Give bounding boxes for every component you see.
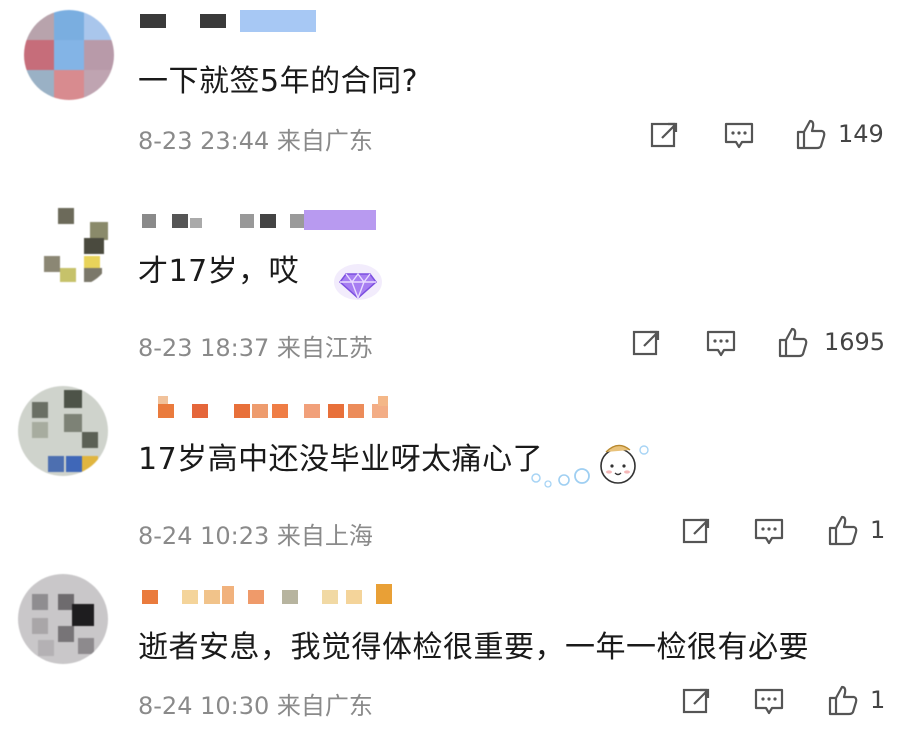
like-icon[interactable] — [776, 326, 810, 360]
share-icon[interactable] — [680, 514, 714, 548]
like-icon[interactable] — [794, 118, 828, 152]
comment-location: 来自江苏 — [276, 334, 373, 362]
share-icon[interactable] — [648, 118, 682, 152]
avatar[interactable] — [18, 574, 108, 664]
comment-actions: 149 — [648, 118, 908, 154]
like-icon[interactable] — [826, 514, 860, 548]
comment-text: 逝者安息，我觉得体检很重要，一年一检很有必要 — [138, 630, 809, 665]
avatar[interactable] — [24, 198, 114, 288]
like-count: 1695 — [824, 328, 886, 356]
username-blurred[interactable] — [142, 580, 406, 604]
comment-icon[interactable] — [722, 118, 756, 152]
comment-actions: 1695 — [630, 326, 900, 362]
comment-meta: 8-24 10:23 来自上海 — [138, 516, 373, 551]
share-icon[interactable] — [630, 326, 664, 360]
comment-icon[interactable] — [752, 684, 786, 718]
comment-meta: 8-24 10:30 来自广东 — [138, 686, 373, 721]
comment-location: 来自广东 — [276, 127, 373, 155]
comment-location: 来自上海 — [276, 522, 373, 550]
like-count: 1 — [870, 516, 886, 544]
comment-date: 8-23 23:44 — [138, 127, 270, 155]
username-blurred[interactable] — [140, 10, 320, 32]
comment-meta: 8-23 18:37 来自江苏 — [138, 328, 373, 363]
comment-meta: 8-23 23:44 来自广东 — [138, 121, 373, 156]
username-blurred[interactable] — [142, 210, 378, 232]
avatar[interactable] — [24, 10, 114, 100]
comment-actions: 1 — [680, 684, 900, 720]
comment-date: 8-23 18:37 — [138, 334, 270, 362]
diamond-badge-icon — [334, 264, 382, 300]
comment-date: 8-24 10:30 — [138, 692, 270, 720]
comment-text: 17岁高中还没毕业呀太痛心了 — [138, 442, 544, 477]
like-count: 149 — [838, 120, 884, 148]
comment-date: 8-24 10:23 — [138, 522, 270, 550]
comment-icon[interactable] — [704, 326, 738, 360]
avatar[interactable] — [18, 386, 108, 476]
comment-icon[interactable] — [752, 514, 786, 548]
comment-actions: 1 — [680, 514, 900, 550]
username-blurred[interactable] — [158, 396, 392, 418]
comment-text: 一下就签5年的合同? — [138, 64, 419, 99]
like-icon[interactable] — [826, 684, 860, 718]
comment-location: 来自广东 — [276, 692, 373, 720]
share-icon[interactable] — [680, 684, 714, 718]
comment-text: 才17岁，哎 — [138, 254, 300, 289]
cute-sticker-icon — [531, 444, 649, 488]
like-count: 1 — [870, 686, 886, 714]
